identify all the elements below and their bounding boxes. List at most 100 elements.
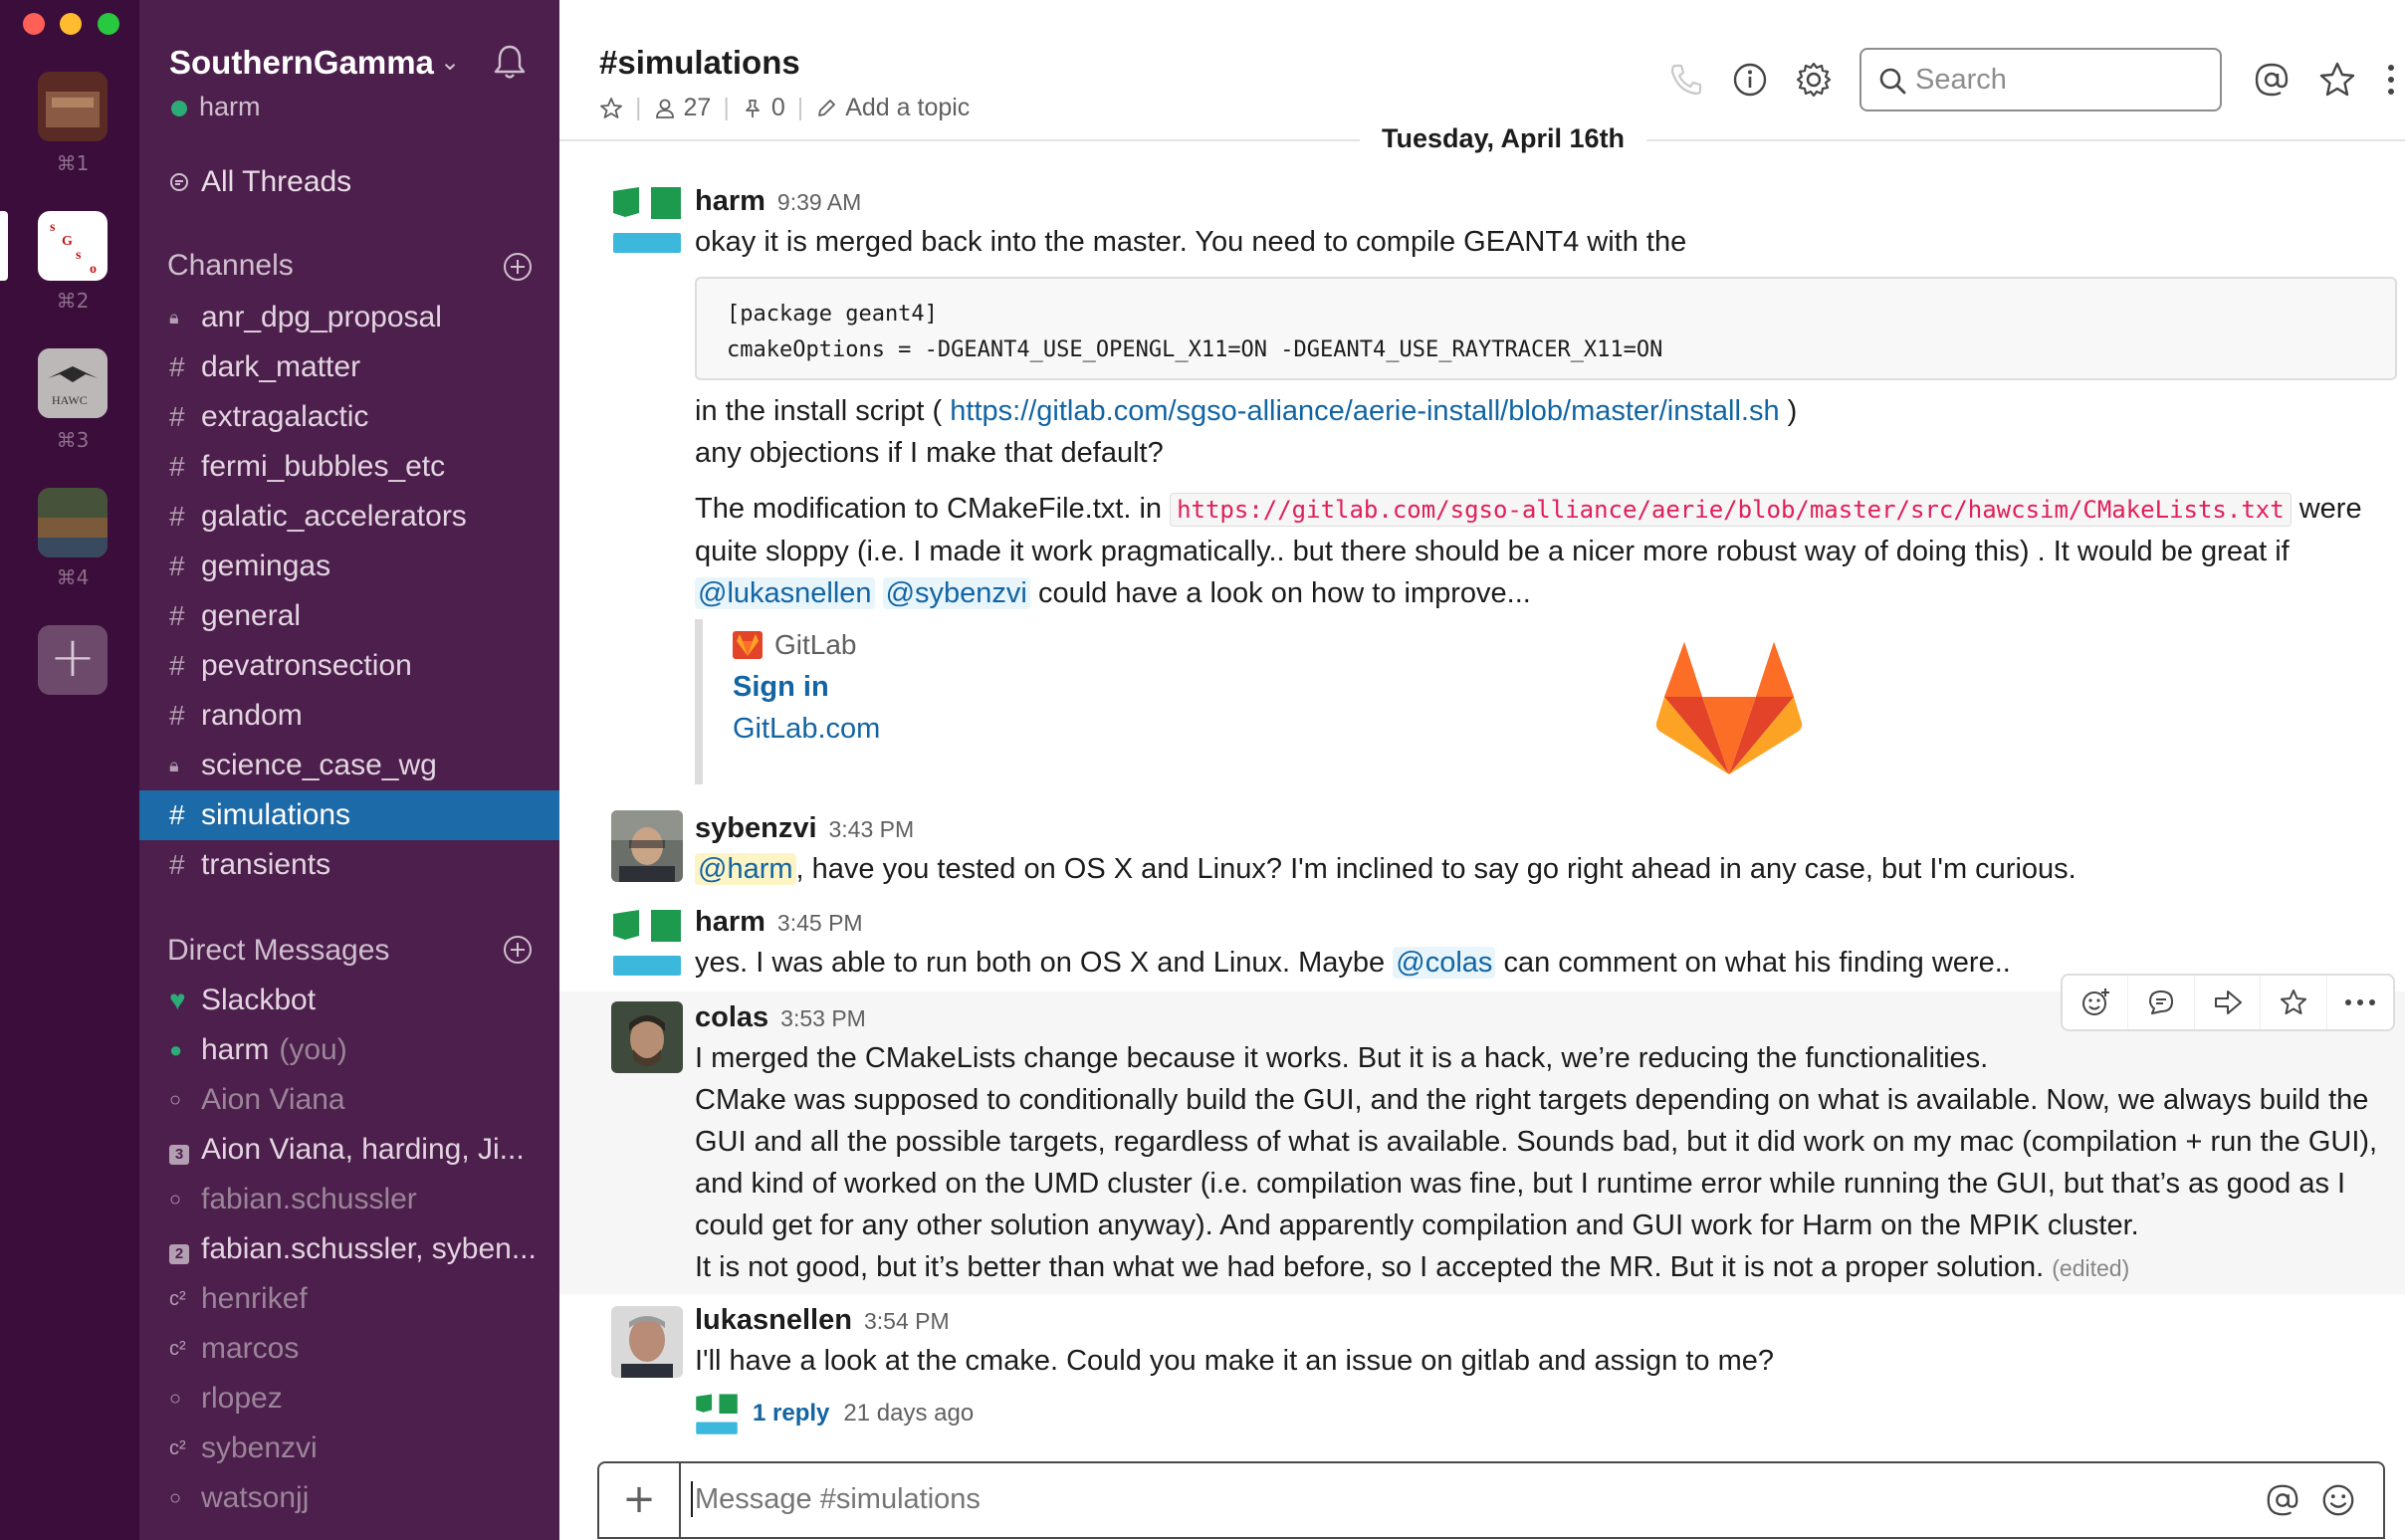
more-vertical-icon[interactable]	[2385, 60, 2397, 100]
inline-code-link[interactable]: https://gitlab.com/sgso-alliance/aerie/b…	[1170, 493, 2292, 527]
channel-dark-matter[interactable]: # dark_matter	[139, 342, 559, 392]
star-message-button[interactable]	[2261, 976, 2327, 1029]
timestamp[interactable]: 3:54 PM	[864, 1308, 950, 1335]
chevron-down-icon[interactable]: ⌄	[440, 48, 460, 77]
add-channel-icon[interactable]	[502, 251, 534, 283]
window-close-button[interactable]	[23, 13, 45, 35]
gear-icon[interactable]	[1794, 60, 1834, 100]
starred-items-icon[interactable]	[2317, 60, 2357, 100]
star-outline-icon[interactable]	[599, 97, 623, 120]
share-message-button[interactable]	[2195, 976, 2262, 1029]
install-script-link[interactable]: https://gitlab.com/sgso-alliance/aerie-i…	[950, 395, 1779, 427]
channel-anr-dpg-proposal[interactable]: 🔒︎ anr_dpg_proposal	[139, 293, 559, 342]
add-topic-link[interactable]: Add a topic	[845, 94, 970, 122]
avatar[interactable]	[611, 1306, 683, 1378]
channel-fermi-bubbles-etc[interactable]: # fermi_bubbles_etc	[139, 442, 559, 492]
dm-group-fabian-schussler[interactable]: 2 fabian.schussler, syben...	[139, 1224, 559, 1274]
attach-button[interactable]: +	[599, 1463, 681, 1539]
add-reaction-button[interactable]	[2063, 976, 2129, 1029]
channels-section-title[interactable]: Channels	[167, 249, 294, 283]
channel-title[interactable]: #simulations	[599, 44, 800, 82]
dm-name: watsonjj	[201, 1481, 310, 1514]
member-count[interactable]: 27	[684, 94, 712, 122]
channel-random[interactable]: # random	[139, 691, 559, 741]
channel-science-case-wg[interactable]: 🔒︎ science_case_wg	[139, 741, 559, 790]
channel-transients[interactable]: # transients	[139, 840, 559, 890]
info-icon[interactable]	[1730, 60, 1770, 100]
text-segment: can comment on what his finding were..	[1495, 947, 2011, 979]
add-workspace-button[interactable]: +	[38, 625, 108, 695]
avatar[interactable]	[611, 810, 683, 882]
more-actions-button[interactable]	[2327, 976, 2393, 1029]
mention-sybenzvi[interactable]: @sybenzvi	[882, 577, 1030, 609]
preview-title-link[interactable]: Sign in	[733, 671, 829, 704]
link-preview[interactable]: GitLab Sign in GitLab.com	[695, 619, 1790, 784]
dm-watsonjj[interactable]: ○ watsonjj	[139, 1473, 559, 1523]
online-dot-icon: ●	[169, 1037, 183, 1062]
bell-icon[interactable]	[490, 42, 530, 82]
dm-henrikef[interactable]: c² henrikef	[139, 1274, 559, 1324]
author-name[interactable]: colas	[695, 1001, 768, 1034]
author-name[interactable]: harm	[695, 185, 765, 218]
pin-icon[interactable]	[742, 98, 764, 119]
thread-replies[interactable]: 1 reply 21 days ago	[695, 1392, 974, 1435]
mentions-icon[interactable]	[2252, 60, 2292, 100]
preview-description-link[interactable]: GitLab.com	[733, 713, 880, 746]
mention-icon[interactable]	[2264, 1481, 2301, 1519]
start-thread-button[interactable]	[2128, 976, 2195, 1029]
channel-gemingas[interactable]: # gemingas	[139, 542, 559, 591]
mention-lukasnellen[interactable]: @lukasnellen	[695, 577, 875, 609]
window-zoom-button[interactable]	[98, 13, 119, 35]
timestamp[interactable]: 9:39 AM	[777, 189, 861, 216]
away-dot-icon: ○	[169, 1088, 182, 1111]
mention-colas[interactable]: @colas	[1393, 947, 1496, 979]
dm-marcos[interactable]: c² marcos	[139, 1324, 559, 1374]
timestamp[interactable]: 3:45 PM	[777, 910, 863, 937]
emoji-icon[interactable]	[2319, 1481, 2357, 1519]
workspace-2[interactable]: sGso	[38, 211, 108, 281]
dm-aion-viana[interactable]: ○ Aion Viana	[139, 1075, 559, 1125]
author-name[interactable]: sybenzvi	[695, 812, 817, 845]
current-user[interactable]: harm	[199, 92, 261, 122]
avatar[interactable]	[611, 183, 683, 255]
workspace-3[interactable]: HAWC	[38, 348, 108, 418]
hash-icon: #	[169, 700, 185, 731]
channel-simulations[interactable]: # simulations	[139, 790, 559, 840]
message-input[interactable]	[695, 1483, 2188, 1516]
dm-sybenzvi[interactable]: c² sybenzvi	[139, 1424, 559, 1473]
dm-slackbot[interactable]: ♥ Slackbot	[139, 976, 559, 1025]
workspace-2-shortcut: ⌘2	[56, 289, 90, 313]
hash-icon: #	[169, 550, 185, 581]
workspace-4[interactable]	[38, 488, 108, 557]
all-threads-label: All Threads	[201, 165, 352, 198]
all-threads-link[interactable]: All Threads	[167, 165, 351, 199]
message-sybenzvi[interactable]: sybenzvi 3:43 PM @harm, have you tested …	[559, 804, 2405, 896]
channel-extragalactic[interactable]: # extragalactic	[139, 392, 559, 442]
mention-harm[interactable]: @harm	[695, 853, 796, 885]
direct-messages-section-title[interactable]: Direct Messages	[167, 934, 389, 968]
dm-rlopez[interactable]: ○ rlopez	[139, 1374, 559, 1424]
channel-galatic-accelerators[interactable]: # galatic_accelerators	[139, 492, 559, 542]
channel-pevatronsection[interactable]: # pevatronsection	[139, 641, 559, 691]
author-name[interactable]: harm	[695, 906, 765, 939]
pin-count[interactable]: 0	[771, 94, 785, 122]
message-colas[interactable]: colas 3:53 PM I merged the CMakeLists ch…	[559, 991, 2405, 1294]
author-name[interactable]: lukasnellen	[695, 1304, 852, 1337]
dm-group-aion-viana[interactable]: 3 Aion Viana, harding, Ji...	[139, 1125, 559, 1175]
timestamp[interactable]: 3:43 PM	[829, 816, 915, 843]
search-input[interactable]: Search	[1859, 48, 2222, 111]
dm-fabian-schussler[interactable]: ○ fabian.schussler	[139, 1175, 559, 1224]
avatar[interactable]	[611, 1001, 683, 1073]
workspace-1[interactable]	[38, 72, 108, 141]
avatar[interactable]	[611, 906, 683, 978]
reply-count-link[interactable]: 1 reply	[753, 1400, 829, 1428]
add-dm-icon[interactable]	[502, 934, 534, 966]
gitlab-logo-icon[interactable]	[1654, 637, 1804, 776]
member-icon[interactable]	[654, 98, 676, 119]
window-minimize-button[interactable]	[60, 13, 82, 35]
phone-icon[interactable]	[1666, 60, 1706, 100]
timestamp[interactable]: 3:53 PM	[780, 1005, 866, 1032]
team-name[interactable]: SouthernGamma	[169, 44, 434, 82]
dm-harm[interactable]: ● harm (you)	[139, 1025, 559, 1075]
channel-general[interactable]: # general	[139, 591, 559, 641]
